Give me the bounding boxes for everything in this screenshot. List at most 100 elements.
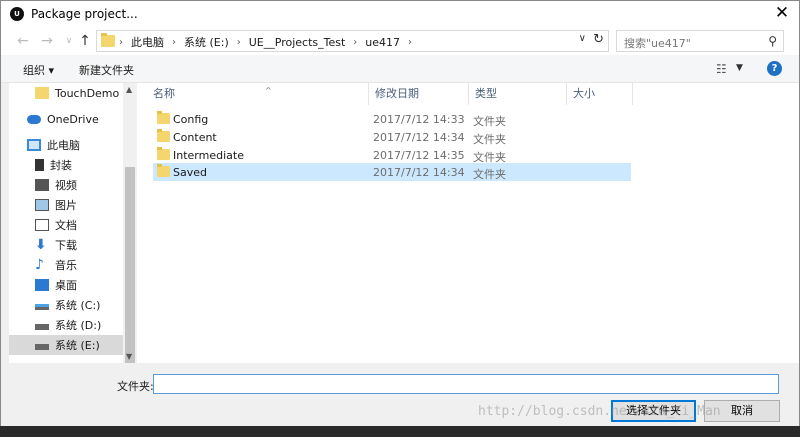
column-header-label: 类型: [475, 87, 497, 100]
computer-icon: [27, 139, 41, 151]
file-list: ^ 名称 修改日期 类型 大小 Config 2017/7/12 14:33 文…: [137, 83, 799, 363]
chevron-right-icon[interactable]: ›: [353, 37, 357, 48]
up-arrow-icon[interactable]: ↑: [75, 31, 95, 51]
sidebar-item-drive-e[interactable]: 系统 (E:): [9, 335, 123, 355]
sort-ascending-icon: ^: [265, 86, 272, 95]
title-bar: U Package project... ✕: [1, 1, 799, 27]
file-type: 文件夹: [473, 133, 506, 146]
sidebar-item-label: 此电脑: [47, 139, 80, 152]
folder-icon: [157, 147, 170, 160]
file-row-intermediate[interactable]: Intermediate 2017/7/12 14:35 文件夹: [153, 146, 631, 164]
column-header-date[interactable]: 修改日期: [369, 83, 469, 105]
music-icon: ♪: [35, 257, 44, 273]
chevron-right-icon[interactable]: ›: [172, 37, 176, 48]
column-header-type[interactable]: 类型: [469, 83, 567, 105]
sidebar-item-drive-c[interactable]: 系统 (C:): [9, 295, 123, 315]
desktop-icon: [35, 279, 49, 291]
chevron-right-icon[interactable]: ›: [408, 37, 412, 48]
sidebar-item-label: 桌面: [55, 279, 77, 292]
chevron-down-icon[interactable]: ∨: [579, 33, 586, 44]
file-row-saved[interactable]: Saved 2017/7/12 14:34 文件夹: [153, 163, 631, 181]
navigation-bar: ← → ∨ ↑ › 此电脑 › 系统 (E:) › UE__Projects_T…: [1, 27, 799, 55]
view-options-icon[interactable]: ☷: [716, 62, 727, 76]
breadcrumb-drive-e[interactable]: 系统 (E:): [184, 34, 229, 50]
sidebar-item-drive-d[interactable]: 系统 (D:): [9, 315, 123, 335]
breadcrumb: › 此电脑 › 系统 (E:) › UE__Projects_Test › ue…: [119, 34, 420, 50]
sidebar-item-onedrive[interactable]: OneDrive: [9, 109, 123, 129]
file-type: 文件夹: [473, 168, 506, 181]
picture-icon: [35, 199, 49, 211]
file-row-content[interactable]: Content 2017/7/12 14:34 文件夹: [153, 128, 631, 146]
breadcrumb-projects-test[interactable]: UE__Projects_Test: [249, 36, 346, 49]
organize-button[interactable]: 组织 ▾: [23, 62, 54, 78]
breadcrumb-this-pc[interactable]: 此电脑: [131, 34, 164, 50]
help-icon[interactable]: ?: [767, 61, 782, 76]
folder-name-input[interactable]: [153, 374, 779, 394]
search-icon[interactable]: ⚲: [768, 34, 777, 48]
chevron-right-icon[interactable]: ›: [237, 37, 241, 48]
column-header-name[interactable]: ^ 名称: [147, 83, 369, 105]
drive-icon: [35, 324, 49, 330]
column-header-label: 大小: [573, 87, 595, 100]
scroll-up-icon[interactable]: ▲: [126, 85, 132, 94]
window-title: Package project...: [31, 7, 138, 21]
search-input[interactable]: 搜索"ue417": [624, 35, 691, 51]
file-name: Config: [173, 113, 209, 126]
new-folder-button[interactable]: 新建文件夹: [79, 62, 134, 78]
folder-icon: [101, 33, 115, 47]
sidebar-item-label: 视频: [55, 179, 77, 192]
sidebar-item-this-pc[interactable]: 此电脑: [9, 135, 123, 155]
sidebar-item-videos[interactable]: 视频: [9, 175, 123, 195]
column-header-label: 修改日期: [375, 87, 419, 100]
download-icon: ⬇: [35, 237, 47, 253]
folder-icon: [157, 129, 170, 142]
file-type: 文件夹: [473, 115, 506, 128]
chevron-right-icon: ›: [119, 36, 123, 48]
breadcrumb-ue417[interactable]: ue417: [365, 36, 400, 49]
sidebar-item-label: 封装: [50, 159, 72, 172]
file-row-config[interactable]: Config 2017/7/12 14:33 文件夹: [153, 110, 631, 128]
video-icon: [35, 179, 49, 191]
sidebar-item-documents[interactable]: 文档: [9, 215, 123, 235]
file-name: Saved: [173, 166, 207, 179]
sidebar-item-music[interactable]: ♪ 音乐: [9, 255, 123, 275]
file-icon: [35, 159, 44, 171]
chevron-down-icon[interactable]: ▼: [736, 63, 743, 73]
sidebar-item-label: 系统 (D:): [55, 319, 102, 332]
file-date: 2017/7/12 14:33: [373, 113, 465, 126]
sidebar-item-downloads[interactable]: ⬇ 下载: [9, 235, 123, 255]
folder-label: 文件夹:: [117, 380, 154, 393]
folder-icon: [157, 111, 170, 124]
sidebar-item-label: 音乐: [55, 259, 77, 272]
refresh-icon[interactable]: ↻: [593, 32, 604, 47]
command-toolbar: 组织 ▾ 新建文件夹 ☷ ▼ ?: [1, 55, 799, 83]
sidebar-scrollbar[interactable]: ▲ ▼: [123, 83, 137, 367]
unreal-engine-icon: U: [10, 7, 24, 21]
sidebar-item-label: 文档: [55, 219, 77, 232]
file-date: 2017/7/12 14:34: [373, 131, 465, 144]
sidebar-item-desktop[interactable]: 桌面: [9, 275, 123, 295]
drive-icon: [35, 304, 49, 310]
sidebar-item-label: 下载: [55, 239, 77, 252]
cloud-icon: [27, 114, 41, 124]
sidebar-item-label: 系统 (E:): [55, 339, 100, 352]
package-project-dialog: U Package project... ✕ ← → ∨ ↑ › 此电脑 › 系…: [0, 0, 800, 437]
forward-arrow-icon[interactable]: →: [37, 31, 57, 51]
close-icon[interactable]: ✕: [765, 1, 799, 27]
back-arrow-icon[interactable]: ←: [13, 31, 33, 51]
sidebar-item-label: 图片: [55, 199, 77, 212]
sidebar-item-touchdemo[interactable]: TouchDemo: [9, 83, 123, 103]
sidebar-item-label: TouchDemo: [55, 86, 120, 100]
sidebar-item-label: OneDrive: [47, 112, 99, 126]
address-bar[interactable]: › 此电脑 › 系统 (E:) › UE__Projects_Test › ue…: [96, 30, 609, 52]
sidebar-item-feng-zhuang[interactable]: 封装: [9, 155, 123, 175]
sidebar-item-label: 系统 (C:): [55, 299, 101, 312]
search-box[interactable]: 搜索"ue417" ⚲: [616, 30, 784, 52]
scroll-down-icon[interactable]: ▼: [126, 352, 132, 361]
watermark-text: http://blog.csdn.net/szu_Yi_Man: [478, 404, 721, 419]
sidebar-item-pictures[interactable]: 图片: [9, 195, 123, 215]
column-header-size[interactable]: 大小: [567, 83, 633, 105]
scrollbar-thumb[interactable]: [125, 167, 135, 367]
folder-icon: [35, 87, 49, 99]
navigation-pane: TouchDemo OneDrive 此电脑 封装 视频 图片 文档 ⬇ 下载: [9, 83, 123, 363]
